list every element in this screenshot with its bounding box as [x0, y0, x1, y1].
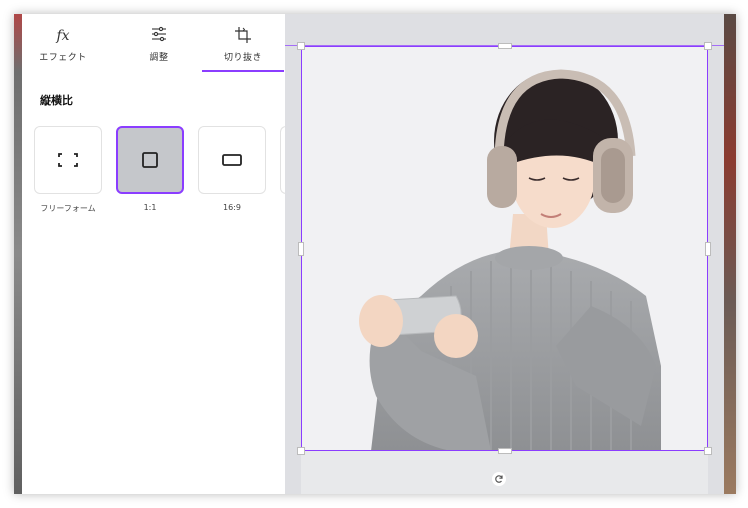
- ratio-1-1-label: 1:1: [143, 203, 157, 212]
- crop-handle-right[interactable]: [705, 242, 711, 256]
- crop-handle-top-left[interactable]: [297, 42, 305, 50]
- tab-crop[interactable]: 切り抜き: [202, 14, 284, 72]
- woman-headphones-photo: [359, 69, 661, 451]
- crop-icon: [235, 27, 251, 43]
- ratio-16-9-label: 16:9: [223, 203, 241, 212]
- photo-image[interactable]: [301, 46, 708, 451]
- background-app-edge: [14, 14, 22, 494]
- tab-adjust-label: 調整: [149, 53, 169, 63]
- tab-effects-label: エフェクト: [39, 53, 87, 63]
- aspect-ratio-title: 縦横比: [40, 94, 73, 107]
- tab-effects[interactable]: fx エフェクト: [22, 14, 104, 72]
- crop-handle-bottom-right[interactable]: [704, 447, 712, 455]
- rotate-icon: [495, 475, 503, 483]
- crop-handle-bottom-left[interactable]: [297, 447, 305, 455]
- side-panel: fx エフェクト 調整 切り抜き 縦横比 フリーフォーム 1:1 16:9: [22, 14, 292, 494]
- freeform-icon: [58, 153, 78, 167]
- crop-handle-top[interactable]: [498, 43, 512, 49]
- tab-bar: fx エフェクト 調整 切り抜き: [22, 14, 285, 72]
- fx-icon: fx: [56, 28, 70, 44]
- app-window: fx エフェクト 調整 切り抜き 縦横比 フリーフォーム 1:1 16:9: [14, 14, 736, 494]
- background-app-edge-right: [724, 14, 736, 494]
- tab-crop-label: 切り抜き: [223, 53, 262, 63]
- ratio-1-1-option[interactable]: [116, 126, 184, 194]
- rotate-button[interactable]: [492, 472, 506, 486]
- ratio-16-9-option[interactable]: [198, 126, 266, 194]
- crop-handle-left[interactable]: [298, 242, 304, 256]
- square-icon: [142, 152, 158, 168]
- crop-handle-bottom[interactable]: [498, 448, 512, 454]
- ratio-freeform-label: フリーフォーム: [40, 204, 96, 213]
- crop-handle-top-right[interactable]: [704, 42, 712, 50]
- ratio-freeform-option[interactable]: [34, 126, 102, 194]
- sliders-icon: [152, 26, 166, 42]
- canvas-area: [285, 14, 724, 494]
- tab-adjust[interactable]: 調整: [118, 14, 200, 72]
- photo-overflow-area: [301, 451, 708, 494]
- widescreen-icon: [222, 154, 242, 166]
